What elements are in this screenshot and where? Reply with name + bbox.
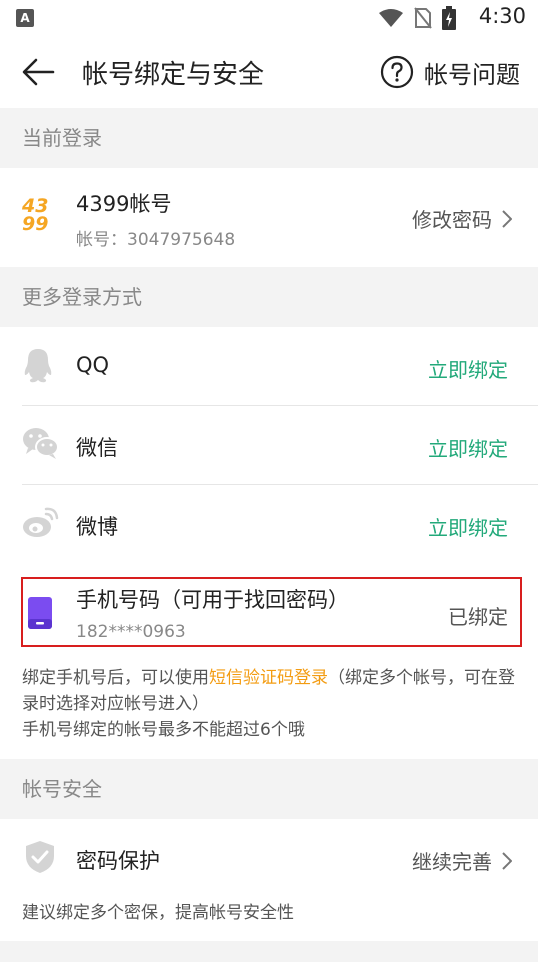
back-button[interactable] [18,52,58,92]
help-circle-icon [380,55,414,89]
wechat-icon [22,426,60,464]
no-sim-icon [414,7,432,29]
change-password-label: 修改密码 [412,208,492,232]
account-help-button[interactable]: 帐号问题 [380,50,520,94]
change-password-button[interactable]: 修改密码 [412,204,512,233]
help-label: 帐号问题 [424,60,520,89]
section-header-more-login: 更多登录方式 [0,267,538,327]
app-bar: 帐号绑定与安全 帐号问题 [0,36,538,108]
security-card: 密码保护 继续完善 建议绑定多个密保，提高帐号安全性 [0,819,538,941]
current-login-card: 43 99 4399帐号 帐号：3047975648 修改密码 [0,168,538,267]
password-protection-row[interactable]: 密码保护 继续完善 [0,819,538,897]
section-header-security: 帐号安全 [0,759,538,819]
password-protection-label: 密码保护 [76,849,160,873]
wechat-bind-button[interactable]: 立即绑定 [428,433,508,462]
qq-row[interactable]: QQ 立即绑定 [0,327,538,405]
4399-logo-icon: 43 99 [22,195,49,235]
note-text: 绑定手机号后，可以使用 [22,668,209,688]
shield-icon [25,840,55,878]
page-title: 帐号绑定与安全 [82,60,265,90]
note-text-limit: 手机号绑定的帐号最多不能超过6个哦 [22,720,305,740]
qq-label: QQ [76,353,110,377]
sms-login-link[interactable]: 短信验证码登录 [209,668,328,688]
phone-bind-note: 绑定手机号后，可以使用短信验证码登录（绑定多个帐号，可在登录时选择对应帐号进入）… [22,665,522,743]
battery-charging-icon [442,6,456,30]
wechat-row[interactable]: 微信 立即绑定 [0,406,538,484]
section-header-current-login: 当前登录 [0,108,538,168]
status-time: 4:30 [478,4,526,28]
status-icons [378,6,456,30]
arrow-left-icon [22,58,55,86]
continue-complete-label: 继续完善 [412,850,492,874]
notification-icon: A [16,9,34,27]
weibo-icon [22,505,60,543]
wifi-icon [379,9,403,27]
qq-bind-button[interactable]: 立即绑定 [428,354,508,383]
continue-complete-button[interactable]: 继续完善 [412,846,512,875]
chevron-right-icon [502,209,512,228]
status-bar: A 4:30 [0,0,538,36]
weibo-bind-button[interactable]: 立即绑定 [428,512,508,541]
current-account-row[interactable]: 43 99 4399帐号 帐号：3047975648 修改密码 [0,168,538,267]
account-id: 帐号：3047975648 [76,230,236,250]
weibo-label: 微博 [76,515,118,539]
qq-icon [22,347,54,387]
weibo-row[interactable]: 微博 立即绑定 [0,485,538,563]
account-name: 4399帐号 [76,192,172,216]
wechat-label: 微信 [76,436,118,460]
chevron-right-icon [502,851,512,870]
security-note: 建议绑定多个密保，提高帐号安全性 [22,903,294,923]
highlight-frame [21,577,522,647]
